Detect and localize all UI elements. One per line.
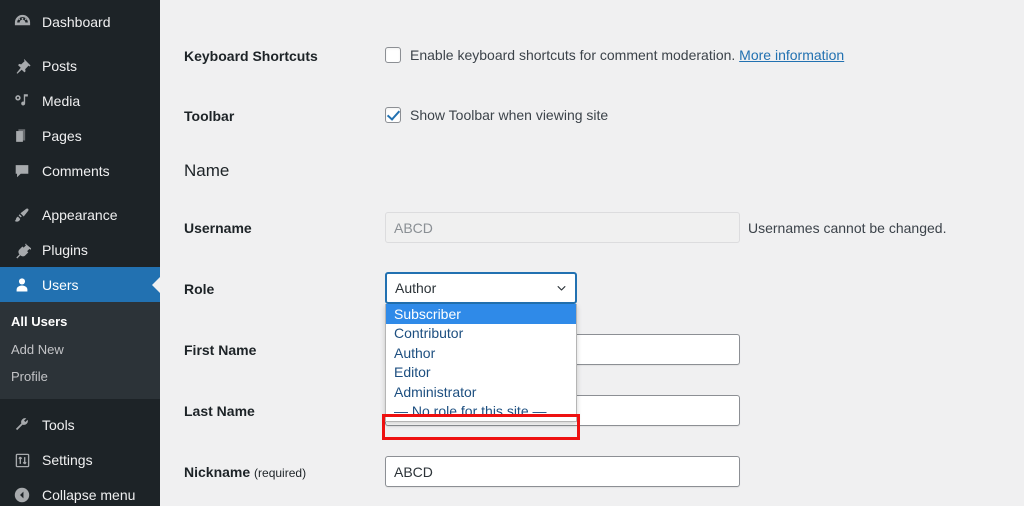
pages-icon xyxy=(11,125,33,147)
chevron-down-icon xyxy=(557,284,566,293)
nickname-label-text: Nickname xyxy=(184,464,250,480)
keyboard-shortcuts-field: Enable keyboard shortcuts for comment mo… xyxy=(385,47,1024,63)
keyboard-shortcuts-text: Enable keyboard shortcuts for comment mo… xyxy=(410,47,735,63)
row-role: Role Author Subscriber Contributor A xyxy=(160,272,1024,304)
sidebar-item-settings[interactable]: Settings xyxy=(0,443,160,478)
nickname-field: ABCD xyxy=(385,456,1024,487)
dashboard-icon xyxy=(11,11,33,33)
row-keyboard-shortcuts: Keyboard Shortcuts Enable keyboard short… xyxy=(160,47,1024,65)
submenu-item-add-new[interactable]: Add New xyxy=(0,336,160,364)
role-option-editor[interactable]: Editor xyxy=(386,363,576,383)
role-option-contributor[interactable]: Contributor xyxy=(386,324,576,344)
name-section-title: Name xyxy=(184,161,229,181)
users-submenu: All Users Add New Profile xyxy=(0,302,160,399)
sidebar-item-label: Pages xyxy=(42,129,82,143)
toolbar-checkbox-label: Show Toolbar when viewing site xyxy=(410,107,608,123)
sidebar-divider-1 xyxy=(0,39,160,48)
sidebar-divider-2 xyxy=(0,188,160,197)
row-nickname: Nickname (required) ABCD xyxy=(160,456,1024,487)
sidebar-item-tools[interactable]: Tools xyxy=(0,408,160,443)
role-select[interactable]: Author xyxy=(385,272,577,304)
toolbar-field: Show Toolbar when viewing site xyxy=(385,107,1024,123)
sidebar-item-label: Collapse menu xyxy=(42,488,135,502)
nickname-label: Nickname (required) xyxy=(160,456,385,482)
sidebar-item-comments[interactable]: Comments xyxy=(0,153,160,188)
role-option-author[interactable]: Author xyxy=(386,343,576,363)
toolbar-label: Toolbar xyxy=(160,107,385,125)
role-select-value: Author xyxy=(395,280,436,296)
role-select-wrap: Author Subscriber Contributor Author Edi… xyxy=(385,272,577,304)
role-option-subscriber[interactable]: Subscriber xyxy=(386,304,576,324)
sidebar-item-users[interactable]: Users xyxy=(0,267,160,302)
comments-icon xyxy=(11,160,33,182)
pin-icon xyxy=(11,55,33,77)
row-first-name: First Name xyxy=(160,334,1024,365)
keyboard-shortcuts-label: Keyboard Shortcuts xyxy=(160,47,385,65)
sidebar-item-media[interactable]: Media xyxy=(0,83,160,118)
sidebar-item-label: Plugins xyxy=(42,243,88,257)
sidebar-item-label: Settings xyxy=(42,453,93,467)
toolbar-checkbox-line: Show Toolbar when viewing site xyxy=(385,107,1024,123)
row-username: Username ABCD Usernames cannot be change… xyxy=(160,212,1024,243)
profile-form-area: Keyboard Shortcuts Enable keyboard short… xyxy=(160,0,1024,506)
last-name-label: Last Name xyxy=(160,395,385,420)
plug-icon xyxy=(11,239,33,261)
submenu-item-all-users[interactable]: All Users xyxy=(0,308,160,336)
sidebar-item-label: Appearance xyxy=(42,208,118,222)
sidebar-item-label: Comments xyxy=(42,164,110,178)
collapse-icon xyxy=(11,484,33,506)
more-information-link[interactable]: More information xyxy=(739,47,844,63)
sidebar-item-plugins[interactable]: Plugins xyxy=(0,232,160,267)
role-field: Author Subscriber Contributor Author Edi… xyxy=(385,272,1024,304)
keyboard-shortcuts-checkbox[interactable] xyxy=(385,47,401,63)
wordpress-admin-screen: Dashboard Posts Media xyxy=(0,0,1024,506)
username-input: ABCD xyxy=(385,212,740,243)
user-icon xyxy=(11,274,33,296)
nickname-input[interactable]: ABCD xyxy=(385,456,740,487)
sidebar-item-collapse-menu[interactable]: Collapse menu xyxy=(0,478,160,506)
username-label: Username xyxy=(160,212,385,237)
brush-icon xyxy=(11,204,33,226)
role-option-no-role[interactable]: — No role for this site — xyxy=(386,402,576,422)
row-last-name: Last Name xyxy=(160,395,1024,426)
settings-icon xyxy=(11,449,33,471)
sidebar-item-appearance[interactable]: Appearance xyxy=(0,197,160,232)
row-toolbar: Toolbar Show Toolbar when viewing site xyxy=(160,107,1024,125)
sidebar-item-label: Users xyxy=(42,278,79,292)
sidebar-item-label: Posts xyxy=(42,59,77,73)
sidebar-item-label: Dashboard xyxy=(42,15,111,29)
submenu-item-profile[interactable]: Profile xyxy=(0,363,160,391)
sidebar-item-pages[interactable]: Pages xyxy=(0,118,160,153)
wrench-icon xyxy=(11,414,33,436)
toolbar-checkbox[interactable] xyxy=(385,107,401,123)
sidebar-item-posts[interactable]: Posts xyxy=(0,48,160,83)
nickname-required-suffix: (required) xyxy=(254,466,306,480)
role-select-options[interactable]: Subscriber Contributor Author Editor Adm… xyxy=(385,304,577,422)
sidebar-item-label: Media xyxy=(42,94,80,108)
admin-sidebar: Dashboard Posts Media xyxy=(0,0,160,506)
first-name-label: First Name xyxy=(160,334,385,359)
role-label: Role xyxy=(160,272,385,298)
role-option-administrator[interactable]: Administrator xyxy=(386,382,576,402)
sidebar-item-dashboard[interactable]: Dashboard xyxy=(0,4,160,39)
keyboard-shortcuts-checkbox-line: Enable keyboard shortcuts for comment mo… xyxy=(385,47,1024,63)
sidebar-divider-3 xyxy=(0,399,160,408)
keyboard-shortcuts-checkbox-label: Enable keyboard shortcuts for comment mo… xyxy=(410,47,844,63)
sidebar-item-label: Tools xyxy=(42,418,75,432)
username-field: ABCD Usernames cannot be changed. xyxy=(385,212,1024,243)
media-icon xyxy=(11,90,33,112)
username-help-text: Usernames cannot be changed. xyxy=(748,220,946,236)
